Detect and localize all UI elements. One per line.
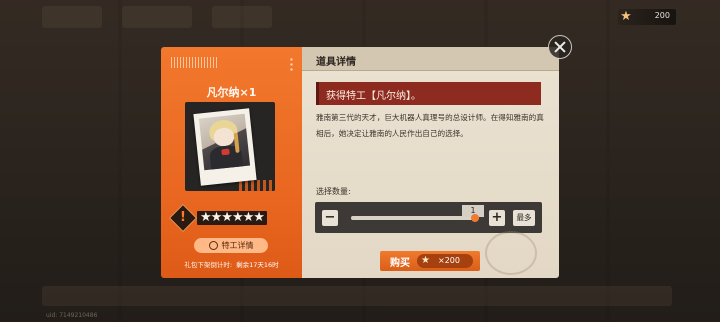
background-tile [42,6,102,28]
stamp-decoration [485,231,537,275]
checker-decoration [239,180,275,191]
item-description: 雅南第三代的天才，巨大机器人真理号的总设计师。在得知雅南的真相后，她决定让雅南的… [316,113,544,138]
panel-title: 道具详情 [316,57,356,68]
quantity-slider[interactable] [351,216,479,220]
item-name: 凡尔纳×1 [206,86,257,99]
increase-button[interactable]: + [489,210,505,226]
barcode-decoration [171,57,219,68]
agent-portrait [185,102,275,191]
countdown-value: 剩余17天16时 [236,261,279,269]
polaroid-photo [193,108,257,186]
detail-panel: 道具详情 获得特工【凡尔纳】。 雅南第三代的天才，巨大机器人真理号的总设计师。在… [302,47,559,278]
panel-header: 道具详情 [302,47,559,71]
price-pill: ★ ×200 [417,254,473,268]
star-icon: ★ [620,9,632,24]
max-button[interactable]: 最多 [513,210,535,226]
currency-amount: 200 [654,11,670,20]
background-tile [122,6,192,28]
gain-text: 获得特工【凡尔纳】。 [326,91,421,102]
star-icon: ★ [421,255,430,266]
quantity-selector: − 1 + 最多 [315,202,542,233]
countdown-label: 礼包下架倒计时: [184,261,233,269]
rarity-diamond-icon: ! [168,203,198,233]
rarity-stars: ★★★★★★ [197,211,267,225]
agent-bow [221,148,230,156]
agent-face [213,127,235,148]
dots-decoration [290,57,293,73]
buy-label: 购买 [390,258,410,269]
gain-banner: 获得特工【凡尔纳】。 [316,82,541,105]
uid-label: uid: 7149210486 [46,312,98,319]
currency-display: ★ 200 [618,9,676,25]
slider-thumb[interactable] [471,214,479,222]
item-detail-modal: 凡尔纳×1 ! ★★★★★★ 特工详情 礼包下架倒计时: 剩余17天16时 道具… [161,47,559,278]
agent-detail-button[interactable]: 特工详情 [194,238,268,253]
slider-fill [351,216,479,220]
item-card: 凡尔纳×1 ! ★★★★★★ 特工详情 礼包下架倒计时: 剩余17天16时 [161,47,302,278]
search-icon [208,241,218,250]
close-button[interactable] [548,35,572,59]
background-tile [42,286,672,306]
price-value: ×200 [438,256,460,265]
buy-button[interactable]: 购买 ★ ×200 [380,251,480,271]
rarity-symbol: ! [180,209,186,225]
decrease-button[interactable]: − [322,210,338,226]
quantity-label: 选择数量: [316,187,351,196]
rarity-row: ! ★★★★★★ [168,203,289,233]
agent-tassel [233,132,240,153]
countdown-text: 礼包下架倒计时: 剩余17天16时 [161,259,302,269]
agent-image [198,113,251,171]
agent-detail-label: 特工详情 [221,241,254,250]
stars-text: ★★★★★★ [200,210,265,225]
background-tile [212,6,272,28]
